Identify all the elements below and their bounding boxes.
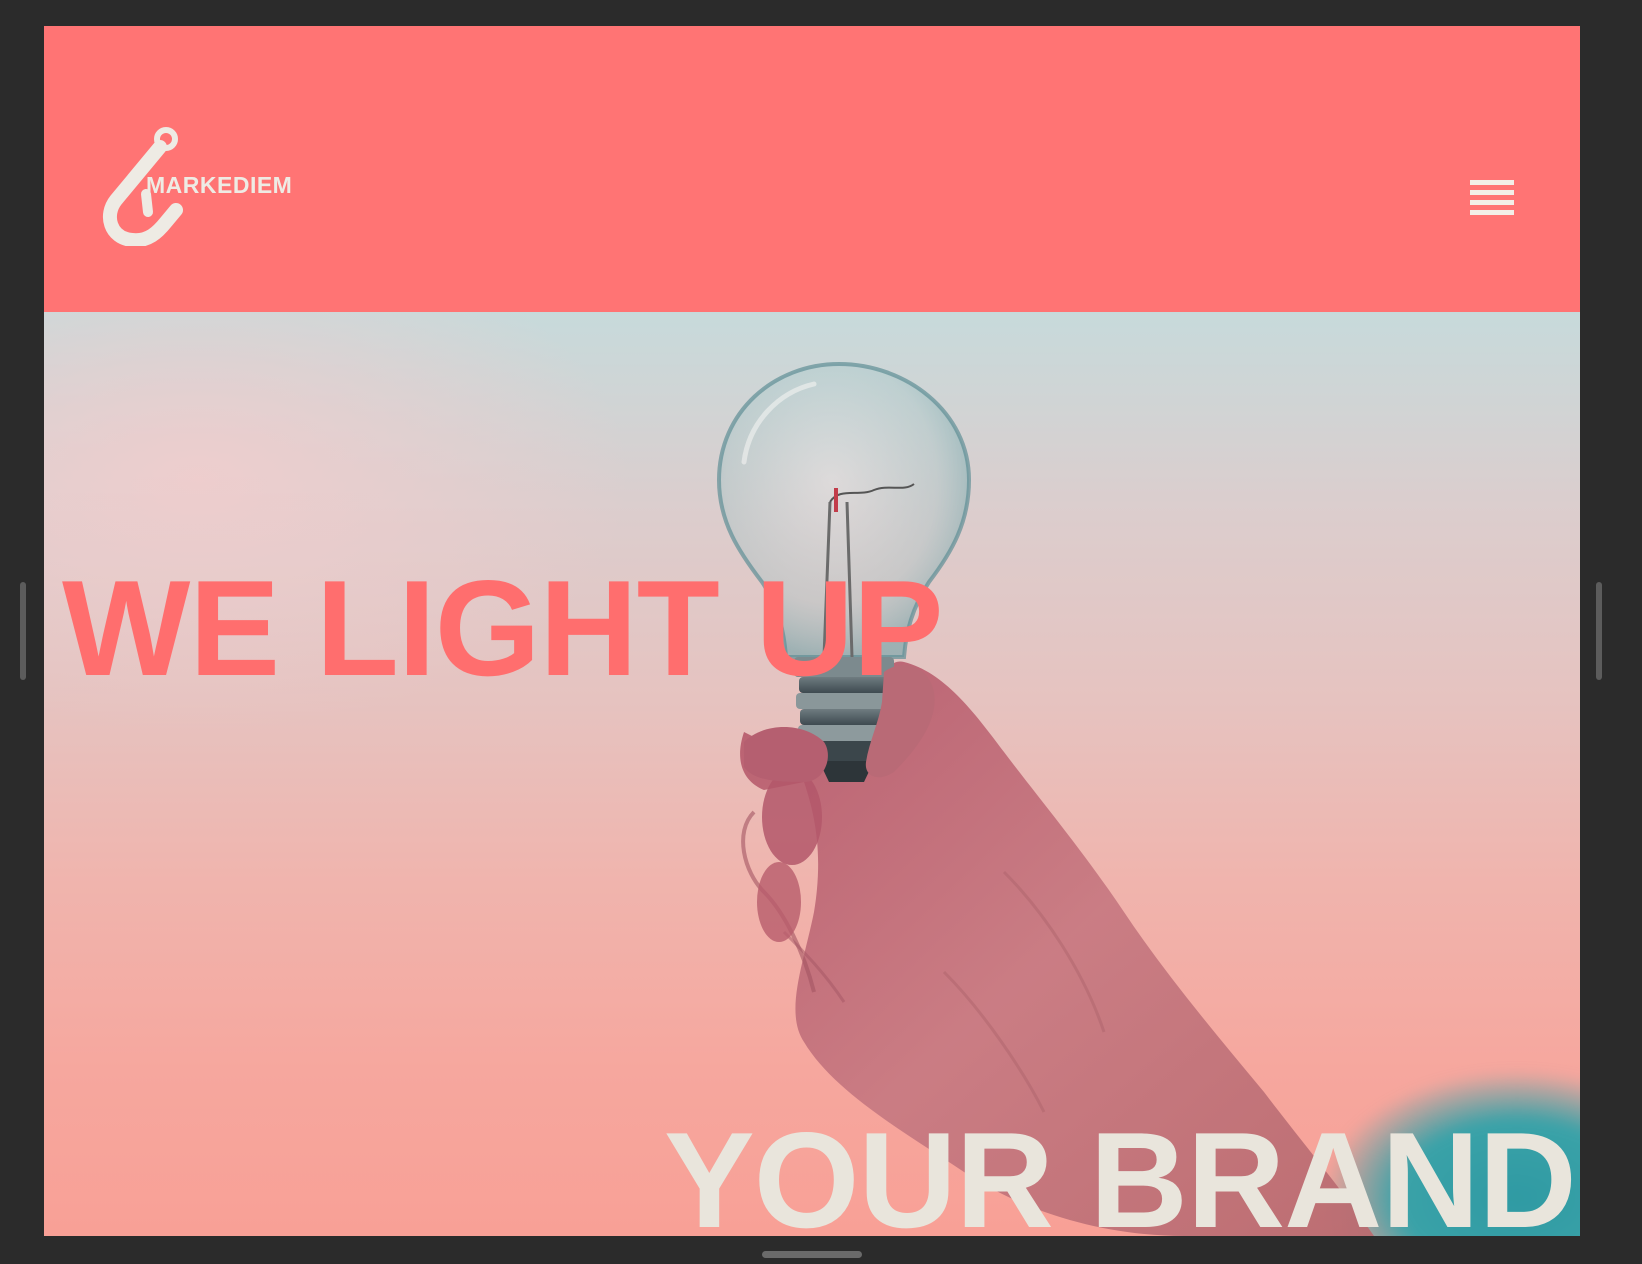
hamburger-menu-icon-line	[1470, 200, 1514, 205]
hero-headline-bottom: YOUR BRAND	[664, 1104, 1577, 1236]
site-header: MARKEDIEM	[44, 26, 1580, 312]
hero-headline-top: WE LIGHT UP	[62, 552, 944, 704]
hamburger-menu-icon-line	[1470, 190, 1514, 195]
home-indicator[interactable]	[762, 1251, 862, 1258]
side-handle-left[interactable]	[20, 582, 26, 680]
hamburger-menu-button[interactable]	[1470, 180, 1514, 226]
device-frame: MARKEDIEM WE LIGHT UP YOUR BRAND	[0, 0, 1642, 1264]
hamburger-menu-icon-line	[1470, 210, 1514, 215]
hero-section: WE LIGHT UP YOUR BRAND	[44, 312, 1580, 1236]
logo-text: MARKEDIEM	[146, 172, 293, 198]
hand-holding-lightbulb-image	[716, 361, 1374, 1236]
screen: MARKEDIEM WE LIGHT UP YOUR BRAND	[44, 26, 1580, 1236]
brand-logo[interactable]: MARKEDIEM	[102, 122, 332, 246]
side-handle-right[interactable]	[1596, 582, 1602, 680]
hamburger-menu-icon-line	[1470, 180, 1514, 185]
